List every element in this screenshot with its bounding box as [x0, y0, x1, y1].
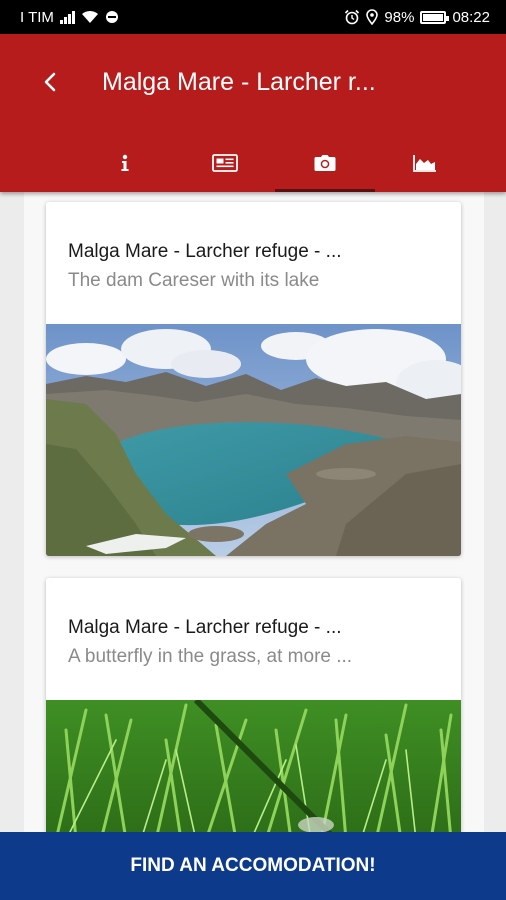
- camera-icon: [314, 155, 336, 171]
- elevation-chart-icon: [413, 155, 436, 172]
- app-bar: Malga Mare - Larcher r...: [0, 34, 506, 192]
- status-bar-left: I TIM: [20, 9, 119, 26]
- location-icon: [366, 9, 379, 25]
- tab-elevation[interactable]: [375, 134, 475, 192]
- card-header: Malga Mare - Larcher refuge - ... The da…: [46, 202, 461, 324]
- newspaper-icon: [212, 154, 238, 172]
- info-icon: [121, 154, 129, 171]
- wifi-icon: [81, 10, 98, 23]
- card-title: Malga Mare - Larcher refuge - ...: [68, 241, 342, 262]
- battery-percent: 98%: [384, 8, 415, 26]
- status-bar: I TIM 98% 08:22: [0, 0, 506, 34]
- data-saver-icon: [105, 11, 118, 23]
- battery-icon: [420, 10, 450, 24]
- tab-photos[interactable]: [275, 134, 375, 192]
- card-subtitle: A butterfly in the grass, at more ...: [68, 646, 353, 667]
- card-header: Malga Mare - Larcher refuge - ... A butt…: [46, 578, 461, 700]
- tab-info[interactable]: [75, 134, 175, 192]
- clock: 08:22: [452, 8, 490, 26]
- photo-list[interactable]: Malga Mare - Larcher refuge - ... The da…: [0, 192, 506, 832]
- card-title: Malga Mare - Larcher refuge - ...: [68, 617, 342, 638]
- signal-icon: [59, 10, 75, 24]
- photo-card[interactable]: Malga Mare - Larcher refuge - ... The da…: [46, 202, 461, 556]
- tab-bar: [75, 134, 475, 192]
- chevron-left-icon: [44, 72, 56, 92]
- photo-card[interactable]: Malga Mare - Larcher refuge - ... A butt…: [46, 578, 461, 832]
- page-title: Malga Mare - Larcher r...: [102, 68, 376, 96]
- back-button[interactable]: [30, 62, 70, 102]
- mountain-lake-photo[interactable]: [46, 324, 461, 556]
- tab-news[interactable]: [175, 134, 275, 192]
- carrier-label: I TIM: [20, 8, 54, 26]
- alarm-icon: [345, 9, 360, 25]
- grass-photo[interactable]: [46, 700, 461, 832]
- card-subtitle: The dam Careser with its lake: [68, 270, 320, 291]
- status-bar-right: 98% 08:22: [344, 9, 490, 26]
- find-accommodation-button[interactable]: FIND AN ACCOMODATION!: [0, 832, 506, 900]
